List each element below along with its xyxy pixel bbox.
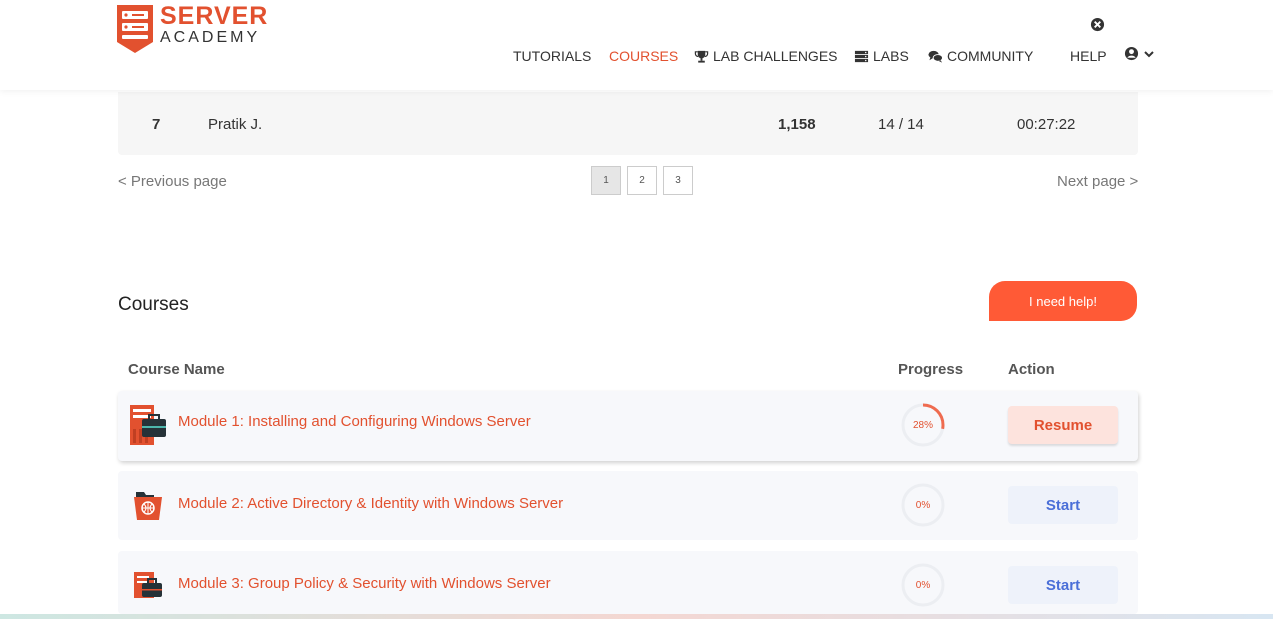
nav-label: LABS	[873, 48, 909, 64]
document-briefcase-icon	[134, 572, 162, 598]
trophy-icon	[694, 50, 709, 63]
nav-tutorials[interactable]: TUTORIALS	[513, 48, 591, 64]
start-button[interactable]: Start	[1008, 566, 1118, 604]
nav-label: HELP	[1070, 48, 1107, 64]
progress-ring: 0%	[901, 563, 945, 607]
nav-label: LAB CHALLENGES	[713, 48, 838, 64]
course-row: Module 3: Group Policy & Security with W…	[118, 551, 1138, 614]
server-academy-logo-icon	[117, 5, 153, 53]
user-name: Pratik J.	[208, 116, 263, 133]
need-help-button[interactable]: I need help!	[989, 281, 1137, 321]
chat-icon	[928, 50, 943, 63]
completion-time: 00:27:22	[1017, 116, 1076, 133]
user-menu[interactable]	[1124, 46, 1155, 61]
start-button[interactable]: Start	[1008, 486, 1118, 524]
page-3-button[interactable]: 3	[663, 166, 693, 195]
logo-text: SERVER ACADEMY	[160, 4, 268, 46]
user-circle-icon	[1124, 46, 1139, 61]
progress-percent: 0%	[915, 499, 931, 511]
folder-globe-icon	[134, 492, 162, 520]
nav-label: TUTORIALS	[513, 48, 592, 64]
page-1-button[interactable]: 1	[591, 166, 621, 195]
course-row: Module 1: Installing and Configuring Win…	[118, 391, 1138, 461]
bottom-strip	[0, 614, 1273, 619]
courses-heading: Courses	[118, 294, 189, 315]
logo-line2: ACADEMY	[160, 29, 261, 46]
nav-community[interactable]: COMMUNITY	[928, 48, 1033, 64]
nav-courses[interactable]: COURSES	[609, 48, 678, 64]
table-row: 7 Pratik J. 1,158 14 / 14 00:27:22	[118, 92, 1138, 155]
next-page-link[interactable]: Next page >	[1057, 173, 1138, 190]
page-2-button[interactable]: 2	[627, 166, 657, 195]
points: 1,158	[778, 116, 816, 133]
nav-help[interactable]: HELP	[1070, 48, 1107, 64]
rank: 7	[152, 116, 161, 133]
previous-page-link[interactable]: < Previous page	[118, 173, 227, 190]
nav-labs[interactable]: LABS	[854, 48, 909, 64]
progress-percent: 0%	[915, 579, 931, 591]
column-header-progress: Progress	[898, 361, 964, 378]
course-link[interactable]: Module 1: Installing and Configuring Win…	[178, 413, 531, 430]
resume-button[interactable]: Resume	[1008, 406, 1118, 444]
logo[interactable]: SERVER ACADEMY	[116, 4, 268, 56]
server-briefcase-icon	[130, 405, 166, 445]
column-header-action: Action	[1008, 361, 1055, 378]
nav-label: COURSES	[609, 48, 679, 64]
site-header: SERVER ACADEMY TUTORIALS COURSES LAB CHA…	[0, 0, 1273, 90]
labs-completed: 14 / 14	[878, 116, 924, 133]
nav-label: COMMUNITY	[947, 48, 1034, 64]
pagination: 1 2 3	[591, 166, 693, 195]
progress-ring: 28%	[901, 403, 945, 447]
column-header-course-name: Course Name	[128, 361, 225, 378]
chevron-down-icon	[1144, 50, 1154, 57]
course-link[interactable]: Module 3: Group Policy & Security with W…	[178, 575, 551, 592]
progress-ring: 0%	[901, 483, 945, 527]
logo-line1: SERVER	[160, 2, 269, 30]
nav-lab-challenges[interactable]: LAB CHALLENGES	[694, 48, 838, 64]
course-link[interactable]: Module 2: Active Directory & Identity wi…	[178, 495, 563, 512]
close-circle-icon[interactable]	[1090, 17, 1105, 32]
course-row: Module 2: Active Directory & Identity wi…	[118, 471, 1138, 540]
server-icon	[854, 50, 869, 62]
progress-percent: 28%	[912, 419, 933, 431]
